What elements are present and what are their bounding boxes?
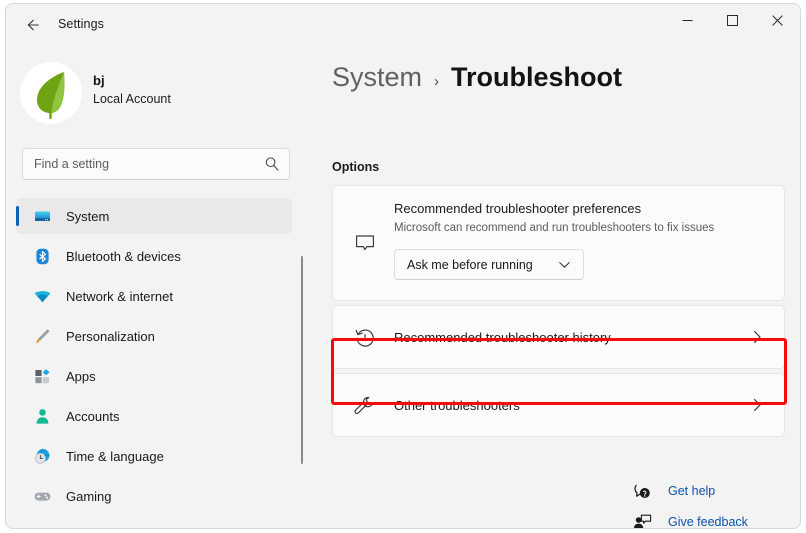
recommended-troubleshooter-dropdown[interactable]: Ask me before running (394, 249, 584, 280)
monitor-icon (32, 206, 52, 226)
sidebar-item-label: Gaming (66, 489, 112, 504)
sidebar-item-personalization[interactable]: Personalization (16, 318, 292, 354)
avatar (20, 62, 82, 124)
card-title: Recommended troubleshooter preferences (394, 201, 641, 216)
options-card-list: Recommended troubleshooter preferences M… (332, 185, 785, 437)
sidebar-item-label: System (66, 209, 109, 224)
help-question-icon (632, 481, 652, 501)
maximize-button[interactable] (710, 4, 755, 36)
search-icon[interactable] (264, 156, 280, 172)
content-pane: System › Troubleshoot Options Recommende… (306, 46, 800, 528)
account-type: Local Account (93, 92, 171, 106)
sidebar-item-accounts[interactable]: Accounts (16, 398, 292, 434)
sidebar-scrollbar[interactable] (301, 256, 303, 464)
sidebar-item-gaming[interactable]: Gaming (16, 478, 292, 514)
sidebar-item-label: Accounts (66, 409, 119, 424)
bluetooth-icon (32, 246, 52, 266)
sidebar-item-system[interactable]: System (16, 198, 292, 234)
chat-bubble-icon (351, 230, 379, 258)
sidebar-item-bluetooth-devices[interactable]: Bluetooth & devices (16, 238, 292, 274)
feedback-person-icon (632, 512, 652, 529)
wifi-icon (32, 286, 52, 306)
sidebar-item-label: Bluetooth & devices (66, 249, 181, 264)
card-title: Recommended troubleshooter history (394, 330, 611, 345)
card-title: Other troubleshooters (394, 398, 520, 413)
breadcrumb: System › Troubleshoot (332, 62, 622, 93)
person-icon (32, 406, 52, 426)
chevron-right-icon (750, 398, 764, 412)
footer-links: Get help Give feedback (632, 478, 748, 529)
minimize-button[interactable] (665, 4, 710, 36)
sidebar-item-network-internet[interactable]: Network & internet (16, 278, 292, 314)
card-subtitle: Microsoft can recommend and run troubles… (394, 222, 714, 234)
chevron-down-icon (559, 261, 570, 269)
search-input[interactable] (34, 149, 249, 179)
sidebar: bj Local Account (6, 46, 306, 528)
account-name: bj (93, 73, 105, 88)
chevron-right-icon (750, 330, 764, 344)
search-box[interactable] (22, 148, 290, 180)
sidebar-item-label: Apps (66, 369, 96, 384)
clock-globe-icon (32, 446, 52, 466)
close-button[interactable] (755, 4, 800, 36)
footer-link-label: Give feedback (668, 515, 748, 529)
footer-link-label: Get help (668, 484, 715, 498)
selection-accent-bar (16, 206, 19, 226)
section-label: Options (332, 160, 379, 174)
back-arrow-icon (24, 16, 42, 34)
card-recommended-troubleshooter-history[interactable]: Recommended troubleshooter history (332, 305, 785, 369)
get-help-link[interactable]: Get help (632, 478, 748, 504)
card-other-troubleshooters[interactable]: Other troubleshooters (332, 373, 785, 437)
page-title: Troubleshoot (451, 62, 622, 93)
apps-grid-icon (32, 366, 52, 386)
sidebar-item-label: Time & language (66, 449, 164, 464)
dropdown-value: Ask me before running (407, 258, 533, 272)
minimize-icon (682, 15, 693, 26)
sidebar-item-label: Network & internet (66, 289, 173, 304)
settings-window: Settings (5, 3, 801, 529)
paintbrush-icon (32, 326, 52, 346)
wrench-icon (351, 392, 379, 420)
card-recommended-troubleshooter-preferences: Recommended troubleshooter preferences M… (332, 185, 785, 301)
sidebar-item-label: Personalization (66, 329, 155, 344)
sidebar-item-apps[interactable]: Apps (16, 358, 292, 394)
title-bar: Settings (6, 4, 800, 46)
maximize-icon (727, 15, 738, 26)
back-button[interactable] (18, 11, 48, 39)
sidebar-nav: System Bluetooth & devices (6, 198, 306, 528)
gamepad-icon (32, 486, 52, 506)
breadcrumb-parent[interactable]: System (332, 62, 422, 93)
breadcrumb-separator-icon: › (434, 73, 439, 90)
sidebar-item-time-language[interactable]: Time & language (16, 438, 292, 474)
account-block[interactable]: bj Local Account (20, 62, 280, 124)
window-controls (665, 4, 800, 36)
give-feedback-link[interactable]: Give feedback (632, 509, 748, 529)
history-clock-icon (351, 324, 379, 352)
close-icon (772, 15, 783, 26)
app-title: Settings (58, 17, 104, 31)
leaf-avatar-icon (20, 62, 82, 124)
